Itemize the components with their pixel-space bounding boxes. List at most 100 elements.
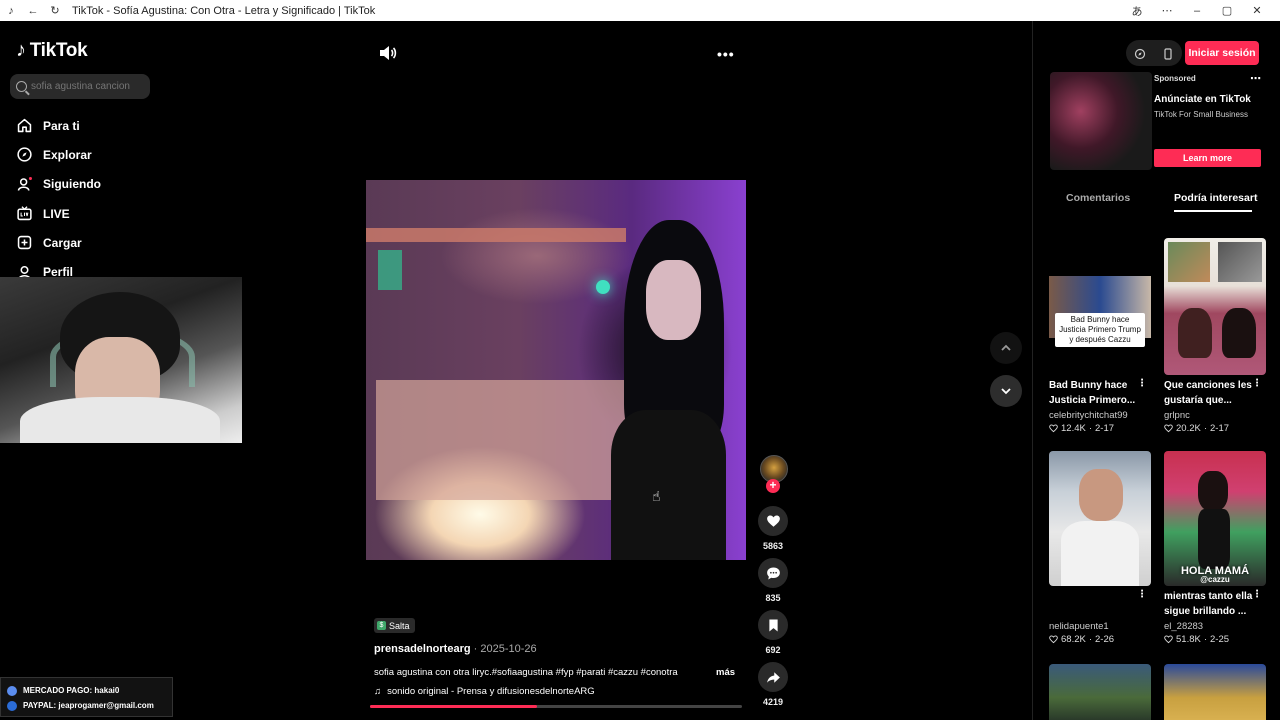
comment-button[interactable]: 835 <box>758 558 788 603</box>
tab-comentarios[interactable]: Comentarios <box>1066 192 1130 204</box>
suggested-video-card[interactable]: ⋮ nelidapuente1 68.2K · 2-26 <box>1049 451 1151 645</box>
suggested-video-card[interactable]: ⋮ Que canciones les gustaría que... grlp… <box>1164 238 1266 434</box>
more-link[interactable]: más <box>716 667 735 678</box>
heart-outline-icon <box>1049 424 1058 433</box>
save-button[interactable]: 692 <box>758 610 788 655</box>
location-badge[interactable]: $ Salta <box>374 618 415 633</box>
search-box[interactable] <box>10 74 150 99</box>
suggested-video-card[interactable]: HOLA MAMÁ @cazzu ⋮ mientras tanto ella s… <box>1164 451 1266 645</box>
volume-icon[interactable] <box>379 45 397 61</box>
sidebar-item-siguiendo[interactable]: Siguiendo <box>16 170 101 199</box>
card-username[interactable]: nelidapuente1 <box>1049 621 1151 632</box>
author-username[interactable]: prensadelnortearg <box>374 643 471 655</box>
card-more-icon[interactable]: ⋮ <box>1137 378 1147 389</box>
card-date: 2-17 <box>1095 423 1115 434</box>
live-icon <box>16 205 33 222</box>
bookmark-icon <box>768 619 778 631</box>
tab-podria-interesarte[interactable]: Podría interesarte <box>1174 192 1258 204</box>
save-count: 692 <box>765 645 781 655</box>
card-username[interactable]: grlpnc <box>1164 410 1266 421</box>
paypal-icon <box>7 700 17 711</box>
card-date: 2-26 <box>1095 634 1115 645</box>
active-tab-indicator <box>1174 210 1252 212</box>
video-progress-bar[interactable] <box>370 705 742 708</box>
following-icon <box>16 176 33 193</box>
suggested-video-thumbnail[interactable] <box>1164 664 1266 720</box>
card-username[interactable]: el_28283 <box>1164 621 1266 632</box>
translate-icon[interactable]: あ <box>1128 3 1146 19</box>
card-more-icon[interactable]: ⋮ <box>1252 589 1262 600</box>
sound-link[interactable]: ♫ sonido original - Prensa y difusionesd… <box>374 686 595 697</box>
mercadopago-icon <box>7 685 17 696</box>
minimize-icon[interactable]: – <box>1188 5 1206 17</box>
heart-icon <box>766 515 780 527</box>
card-username[interactable]: celebritychitchat99 <box>1049 410 1151 421</box>
tiktok-note-icon: ♪ <box>16 39 26 61</box>
sidebar-nav: Para ti Explorar Siguiendo LIVE Cargar P… <box>16 111 101 287</box>
upload-icon <box>16 234 33 251</box>
compass-small-icon[interactable] <box>1134 47 1146 60</box>
video-progress-fill <box>370 705 538 708</box>
close-icon[interactable]: ✕ <box>1248 4 1266 17</box>
video-description: sofia agustina con otra liryc.#sofiaagus… <box>374 667 678 678</box>
follow-plus-icon[interactable]: + <box>766 479 780 493</box>
sidebar-item-explorar[interactable]: Explorar <box>16 140 101 169</box>
post-date: 2025-10-26 <box>480 643 537 655</box>
search-icon <box>16 81 27 92</box>
card-title: Bad Bunny hace Justicia Primero... <box>1049 380 1136 406</box>
card-more-icon[interactable]: ⋮ <box>1252 378 1262 389</box>
card-title: mientras tanto ella sigue brillando ... <box>1164 591 1253 617</box>
sound-name: sonido original - Prensa y difusionesdel… <box>387 686 595 697</box>
panel-divider <box>1032 21 1033 720</box>
like-button[interactable]: 5863 <box>758 506 788 551</box>
share-button[interactable]: 4219 <box>758 662 788 707</box>
tiktok-favicon-icon: ♪ <box>8 4 14 17</box>
paypal-text: PAYPAL: jeaprogamer@gmail.com <box>23 701 154 710</box>
card-likes: 12.4K <box>1061 423 1086 434</box>
ad-more-icon[interactable]: ⋯ <box>1250 72 1261 85</box>
sidebar-item-live[interactable]: LIVE <box>16 199 101 228</box>
video-player[interactable] <box>366 180 746 560</box>
share-icon <box>766 671 780 683</box>
card-title <box>1049 590 1151 619</box>
previous-video-button[interactable] <box>990 332 1022 364</box>
heart-outline-icon <box>1164 424 1173 433</box>
next-video-button[interactable] <box>990 375 1022 407</box>
comment-count: 835 <box>765 593 781 603</box>
suggested-video-thumbnail[interactable] <box>1049 664 1151 720</box>
reload-icon[interactable]: ↻ <box>46 2 64 20</box>
more-options-icon[interactable]: ••• <box>717 46 735 62</box>
like-count: 5863 <box>762 541 784 551</box>
sidebar-item-cargar[interactable]: Cargar <box>16 228 101 257</box>
music-note-icon: ♫ <box>374 686 382 697</box>
mercado-pago-text: MERCADO PAGO: hakai0 <box>23 686 120 695</box>
learn-more-button[interactable]: Learn more <box>1154 149 1261 167</box>
card-date: 2-17 <box>1210 423 1230 434</box>
tiktok-logo[interactable]: ♪ TikTok <box>16 39 88 62</box>
mobile-icon[interactable] <box>1162 47 1174 60</box>
browser-menu-icon[interactable]: ⋯ <box>1158 4 1176 17</box>
back-icon[interactable]: ← <box>24 2 42 20</box>
window-title: TikTok - Sofía Agustina: Con Otra - Letr… <box>72 4 376 17</box>
card-likes: 68.2K <box>1061 634 1086 645</box>
share-count: 4219 <box>762 697 784 707</box>
login-button[interactable]: Iniciar sesión <box>1185 41 1259 65</box>
thumbnail-caption: Bad Bunny hace Justicia Primero Trump y … <box>1055 313 1145 347</box>
heart-outline-icon <box>1049 635 1058 644</box>
thumbnail-handle: @cazzu <box>1200 575 1230 584</box>
chevron-up-icon <box>1001 344 1011 351</box>
webcam-overlay <box>0 277 242 443</box>
ad-title[interactable]: Anúnciate en TikTok <box>1154 94 1251 105</box>
sponsored-label: Sponsored <box>1154 74 1196 83</box>
home-icon <box>16 117 33 134</box>
compass-icon <box>16 146 33 163</box>
ad-thumbnail[interactable] <box>1050 72 1152 170</box>
donation-overlay: MERCADO PAGO: hakai0 PAYPAL: jeaprogamer… <box>0 677 173 717</box>
suggested-video-card[interactable]: Bad Bunny hace Justicia Primero Trump y … <box>1049 238 1151 434</box>
location-icon: $ <box>377 621 386 630</box>
card-title: Que canciones les gustaría que... <box>1164 380 1252 406</box>
search-input[interactable] <box>31 81 146 92</box>
maximize-icon[interactable]: ▢ <box>1218 4 1236 17</box>
card-more-icon[interactable]: ⋮ <box>1137 589 1147 600</box>
sidebar-item-para-ti[interactable]: Para ti <box>16 111 101 140</box>
